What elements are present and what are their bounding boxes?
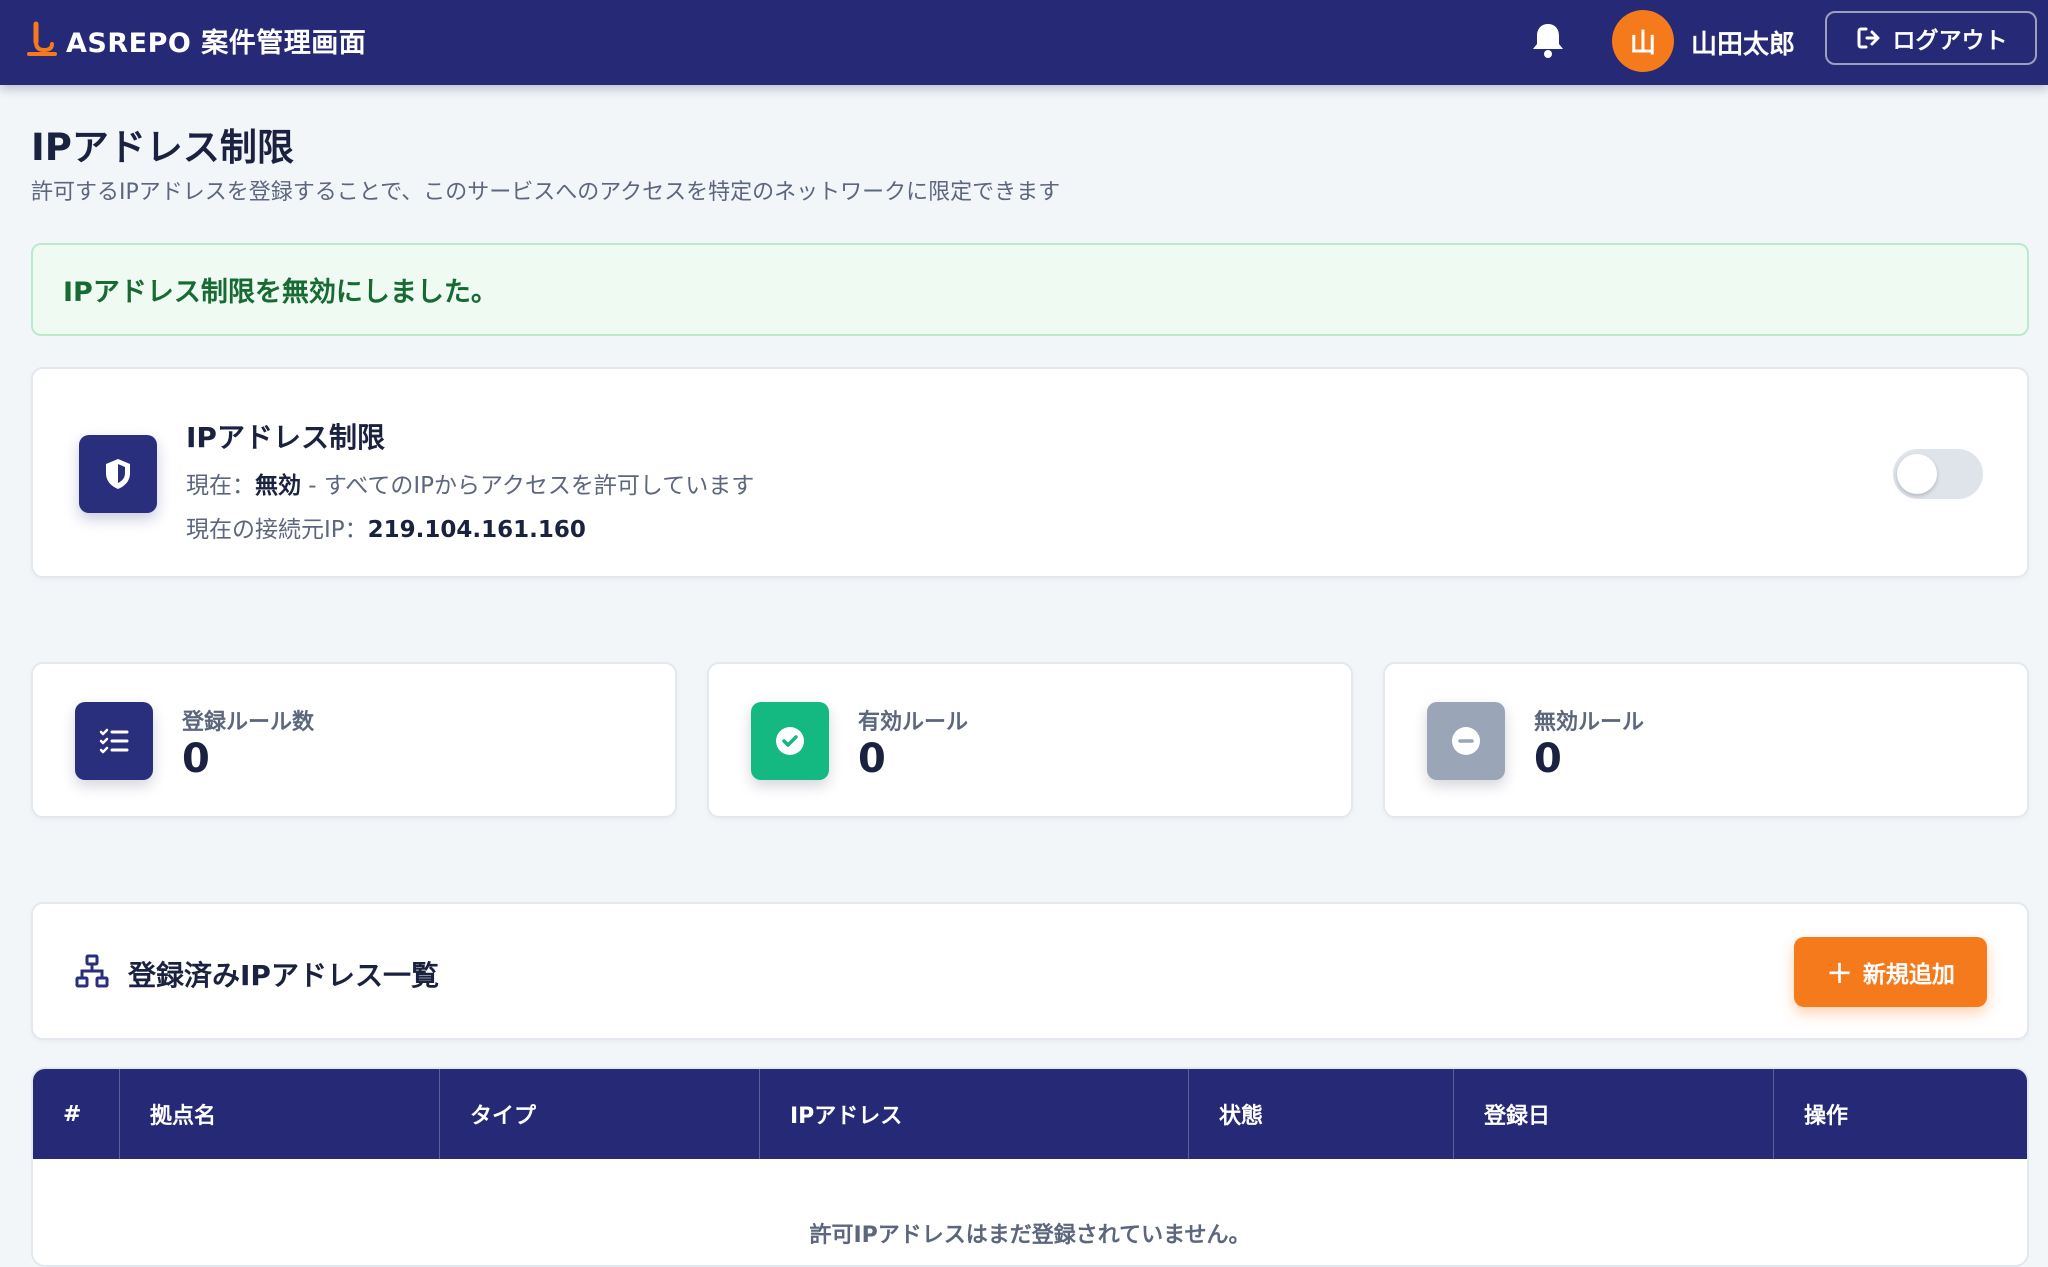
restriction-toggle[interactable] [1893,449,1983,499]
col-header-actions: 操作 [1804,1104,1849,1129]
ip-prefix: 現在の接続元IP： [186,517,368,543]
col-header-type[interactable]: タイプ [440,1069,760,1159]
top-navbar: ASREPO 案件管理画面 山 山田太郎 ログアウト [0,0,2048,85]
stat-label: 登録ルール数 [182,710,315,735]
status-value: 無効 [255,473,301,499]
list-check-icon [75,702,153,780]
shield-icon [106,459,130,489]
user-name[interactable]: 山田太郎 [1691,24,1795,61]
ip-restriction-card: IPアドレス制限 現在：無効 - すべてのIPからアクセスを許可しています 現在… [31,367,2029,578]
stat-card-active: 有効ルール 0 [707,662,1353,818]
list-title: 登録済みIPアドレス一覧 [128,959,439,992]
col-header-ip-address[interactable]: IPアドレス [760,1069,1189,1159]
check-circle-icon [751,702,829,780]
add-label: 新規追加 [1862,962,1955,988]
success-alert: IPアドレス制限を無効にしました。 [31,243,2029,336]
current-ip: 現在の接続元IP：219.104.161.160 [186,510,586,544]
stat-value: 0 [858,736,886,782]
minus-circle-icon [1427,702,1505,780]
avatar[interactable]: 山 [1612,10,1674,72]
restriction-title: IPアドレス制限 [186,421,385,454]
table-header: # 拠点名 タイプ IPアドレス 状態 登録日 操作 [33,1069,2027,1159]
plus-icon: + [1826,953,1853,991]
add-ip-button[interactable]: + 新規追加 [1794,937,1987,1007]
stat-label: 無効ルール [1534,710,1645,735]
brand[interactable]: ASREPO 案件管理画面 [26,20,366,60]
col-header-number: # [33,1069,120,1159]
stat-value: 0 [182,736,210,782]
col-header-registered-date[interactable]: 登録日 [1454,1069,1774,1159]
page-description: 許可するIPアドレスを登録することで、このサービスへのアクセスを特定のネットワー… [31,180,1061,205]
ip-table: # 拠点名 タイプ IPアドレス 状態 登録日 操作 許可IPアドレスはまだ登録… [31,1067,2029,1267]
logout-button[interactable]: ログアウト [1825,11,2037,65]
ip-value: 219.104.161.160 [367,517,586,543]
network-icon [75,954,109,988]
stat-card-inactive: 無効ルール 0 [1383,662,2029,818]
bell-icon[interactable] [1530,20,1566,60]
logout-label: ログアウト [1892,28,2008,54]
alert-message: IPアドレス制限を無効にしました。 [63,277,498,308]
stat-label: 有効ルール [858,710,969,735]
status-suffix: - すべてのIPからアクセスを許可しています [301,473,755,499]
restriction-icon-box [79,435,157,513]
restriction-status: 現在：無効 - すべてのIPからアクセスを許可しています [186,466,754,500]
ip-list-header: 登録済みIPアドレス一覧 + 新規追加 [31,902,2029,1040]
stat-value: 0 [1534,736,1562,782]
app-title: ASREPO 案件管理画面 [66,27,367,59]
toggle-knob [1897,454,1937,494]
status-prefix: 現在： [186,473,255,499]
brand-logo-icon [27,21,57,56]
page-title: IPアドレス制限 [31,126,294,169]
col-header-site-name[interactable]: 拠点名 [120,1069,440,1159]
sign-out-icon [1857,27,1879,49]
col-header-status[interactable]: 状態 [1189,1069,1454,1159]
stat-card-total: 登録ルール数 0 [31,662,677,818]
empty-table-message: 許可IPアドレスはまだ登録されていません。 [809,1223,1251,1248]
